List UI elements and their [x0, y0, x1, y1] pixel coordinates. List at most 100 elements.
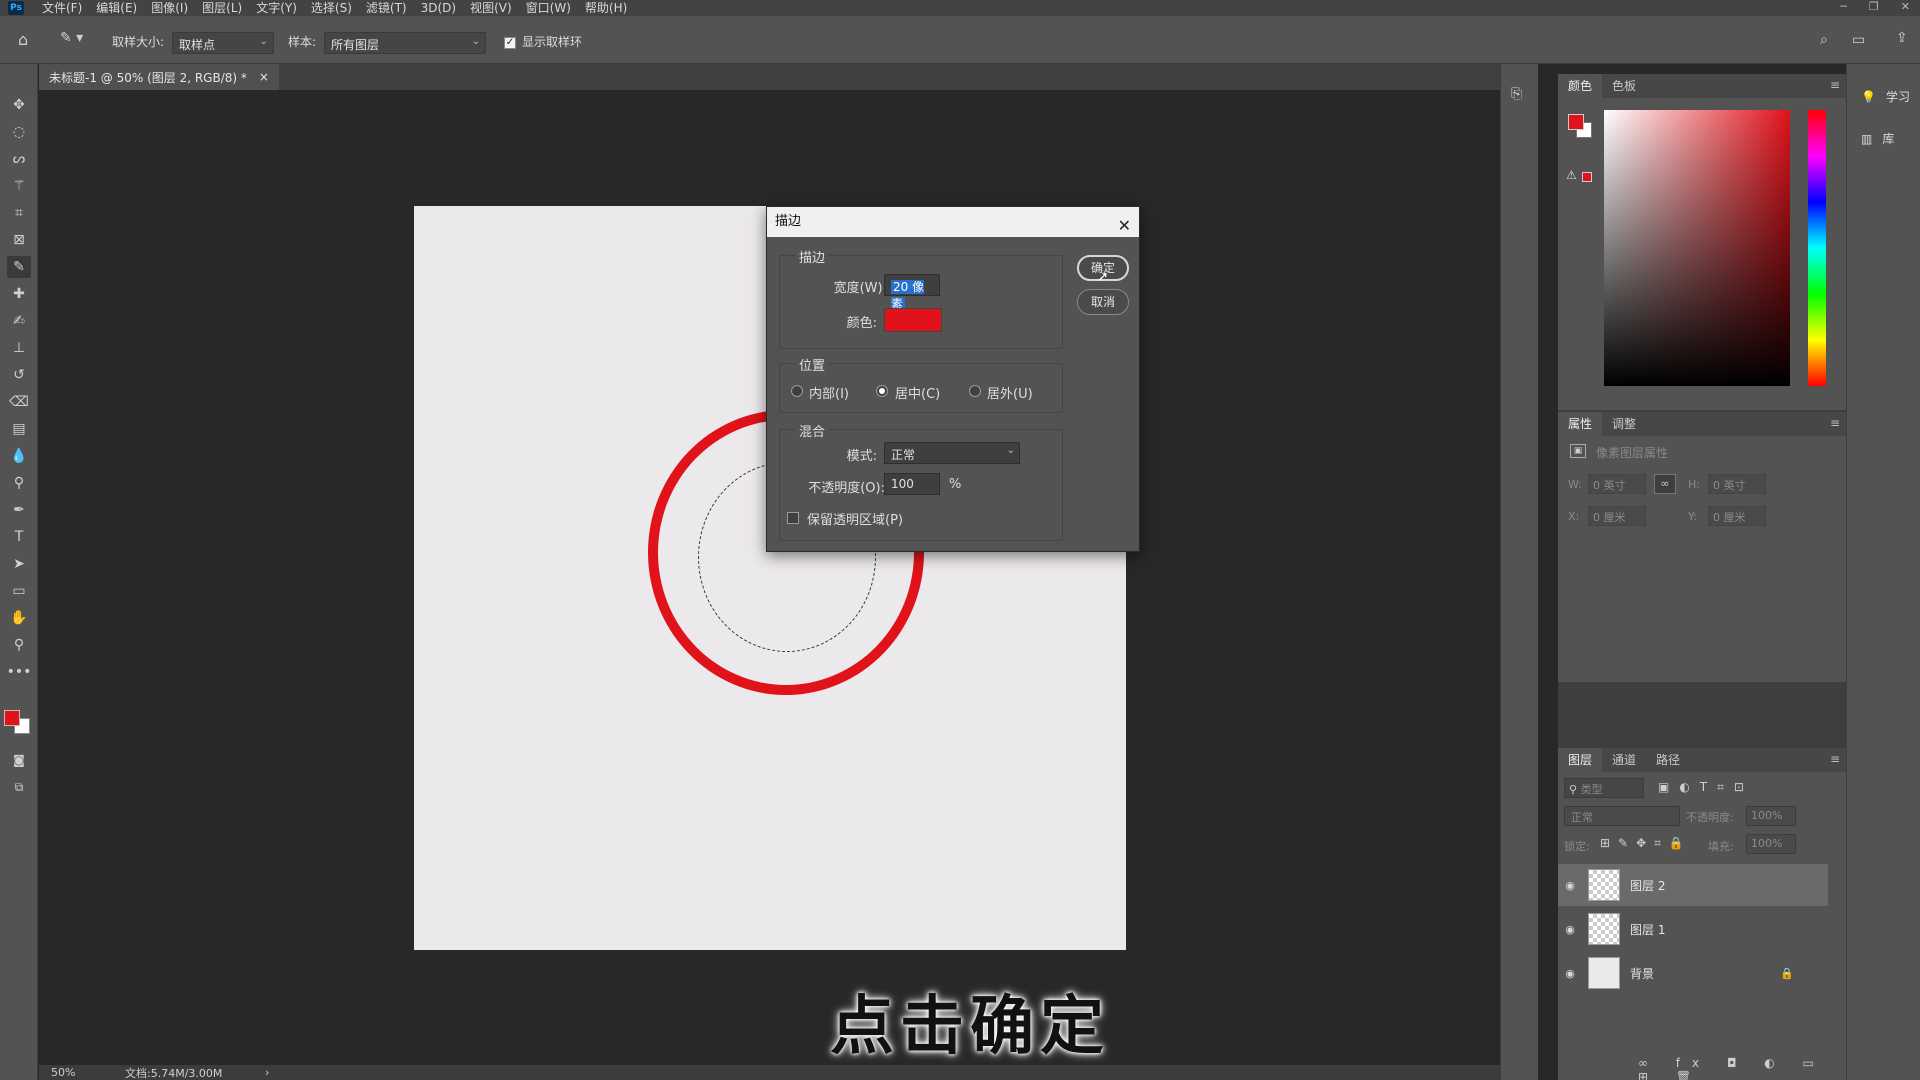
- tab-properties[interactable]: 属性: [1558, 412, 1603, 436]
- tab-layers[interactable]: 图层: [1558, 748, 1603, 772]
- saturation-brightness-field[interactable]: [1604, 110, 1790, 386]
- zoom-tool-icon[interactable]: ⚲: [7, 634, 31, 656]
- tab-adjustments[interactable]: 调整: [1602, 412, 1646, 436]
- hue-slider[interactable]: [1808, 110, 1826, 386]
- eye-icon[interactable]: ◉: [1558, 967, 1582, 980]
- eye-icon[interactable]: ◉: [1558, 879, 1582, 892]
- color-panel-foreground-swatch[interactable]: [1568, 114, 1584, 130]
- home-icon[interactable]: ⌂: [18, 30, 28, 49]
- eraser-tool-icon[interactable]: ⌫: [7, 391, 31, 413]
- magic-wand-tool-icon[interactable]: ⚚: [7, 175, 31, 197]
- panel-menu-icon[interactable]: ≡: [1830, 752, 1840, 766]
- mouse-cursor-icon: ➚: [1097, 269, 1109, 285]
- marquee-tool-icon[interactable]: ◌: [7, 121, 31, 143]
- foreground-color-swatch[interactable]: [4, 710, 20, 726]
- menu-edit[interactable]: 编辑(E): [96, 1, 137, 15]
- sample-size-select[interactable]: 取样点 ⌄: [172, 32, 274, 54]
- layer-filter-select[interactable]: ⚲ 类型: [1564, 778, 1644, 798]
- document-tab[interactable]: 未标题-1 @ 50% (图层 2, RGB/8) * ×: [39, 64, 279, 90]
- eyedropper-tool-preset-icon[interactable]: ✎ ▾: [60, 30, 83, 46]
- show-ring-checkbox[interactable]: ✓: [504, 35, 516, 49]
- quick-mask-icon[interactable]: ◙: [7, 749, 31, 771]
- layer-row[interactable]: ◉ 图层 1: [1558, 908, 1828, 950]
- menu-filter[interactable]: 滤镜(T): [366, 1, 407, 15]
- dodge-tool-icon[interactable]: ⚲: [7, 472, 31, 494]
- dialog-close-icon[interactable]: ✕: [1118, 211, 1131, 241]
- pen-tool-icon[interactable]: ✒: [7, 499, 31, 521]
- h-field[interactable]: 0 英寸: [1708, 474, 1766, 494]
- close-tab-icon[interactable]: ×: [259, 70, 269, 84]
- path-selection-tool-icon[interactable]: ➤: [7, 553, 31, 575]
- panel-menu-icon[interactable]: ≡: [1830, 416, 1840, 430]
- position-center-radio[interactable]: [876, 385, 888, 397]
- rectangle-tool-icon[interactable]: ▭: [7, 580, 31, 602]
- brush-tool-icon[interactable]: ✍: [7, 310, 31, 332]
- libraries-panel-button[interactable]: ▥ 库: [1861, 130, 1894, 147]
- fill-field[interactable]: 100%: [1746, 834, 1796, 854]
- hand-tool-icon[interactable]: ✋: [7, 607, 31, 629]
- minimize-icon[interactable]: ─: [1840, 0, 1847, 13]
- layer-filter-icons[interactable]: ▣◐T⌗⊡: [1658, 780, 1754, 795]
- eye-icon[interactable]: ◉: [1558, 923, 1582, 936]
- stroke-color-swatch[interactable]: [884, 308, 942, 332]
- gamut-color-swatch[interactable]: [1582, 172, 1592, 182]
- x-field[interactable]: 0 厘米: [1588, 506, 1646, 526]
- restore-icon[interactable]: ❐: [1869, 0, 1879, 13]
- tab-paths[interactable]: 路径: [1646, 748, 1690, 772]
- more-tools-icon[interactable]: •••: [7, 661, 32, 683]
- sample-select[interactable]: 所有图层 ⌄: [324, 32, 486, 54]
- mode-select[interactable]: 正常 ⌄: [884, 442, 1020, 464]
- lasso-tool-icon[interactable]: ᔕ: [7, 148, 31, 170]
- crop-tool-icon[interactable]: ⌗: [7, 202, 31, 224]
- menu-layer[interactable]: 图层(L): [202, 1, 242, 15]
- tab-channels[interactable]: 通道: [1602, 748, 1646, 772]
- move-tool-icon[interactable]: ✥: [7, 94, 31, 116]
- link-icon[interactable]: ∞: [1654, 474, 1676, 494]
- menu-window[interactable]: 窗口(W): [526, 1, 571, 15]
- zoom-level[interactable]: 50%: [51, 1066, 121, 1079]
- w-field[interactable]: 0 英寸: [1588, 474, 1646, 494]
- preserve-transparency-checkbox[interactable]: [787, 512, 799, 524]
- menu-file[interactable]: 文件(F): [42, 1, 82, 15]
- lock-icons[interactable]: ⊞✎✥⌗🔒: [1600, 836, 1692, 851]
- gamut-warning-icon[interactable]: ⚠: [1566, 168, 1577, 182]
- position-outside-radio[interactable]: [969, 385, 981, 397]
- menu-type[interactable]: 文字(Y): [256, 1, 297, 15]
- eyedropper-tool-icon[interactable]: ✎: [7, 256, 31, 278]
- stamp-tool-icon[interactable]: ⊥: [7, 337, 31, 359]
- share-icon[interactable]: ⇪: [1896, 30, 1908, 46]
- cancel-button[interactable]: 取消: [1077, 289, 1129, 315]
- panel-menu-icon[interactable]: ≡: [1830, 78, 1840, 92]
- chevron-down-icon: ⌄: [1006, 445, 1015, 456]
- status-menu-arrow-icon[interactable]: ›: [265, 1066, 269, 1079]
- search-icon[interactable]: ⌕: [1820, 32, 1828, 48]
- gradient-tool-icon[interactable]: ▤: [7, 418, 31, 440]
- workspace-icon[interactable]: ▭: [1852, 32, 1865, 48]
- layers-footer-icons[interactable]: ∞ fx ◘ ◐ ▭ ⊞ 🗑: [1638, 1056, 1846, 1080]
- tools-panel: ✥ ◌ ᔕ ⚚ ⌗ ⊠ ✎ ✚ ✍ ⊥ ↺ ⌫ ▤ 💧 ⚲ ✒ T ➤ ▭ ✋ …: [0, 64, 38, 1080]
- menu-3d[interactable]: 3D(D): [421, 1, 456, 15]
- menu-select[interactable]: 选择(S): [311, 1, 352, 15]
- layer-row[interactable]: ◉ 图层 2: [1558, 864, 1828, 906]
- history-brush-tool-icon[interactable]: ↺: [7, 364, 31, 386]
- layer-row[interactable]: ◉ 背景 🔒: [1558, 952, 1828, 994]
- position-inside-radio[interactable]: [791, 385, 803, 397]
- history-panel-icon[interactable]: ⎘: [1511, 86, 1522, 102]
- frame-tool-icon[interactable]: ⊠: [7, 229, 31, 251]
- width-input[interactable]: 20 像素: [884, 274, 940, 311]
- menu-view[interactable]: 视图(V): [470, 1, 512, 15]
- tab-swatches[interactable]: 色板: [1602, 74, 1646, 98]
- menu-image[interactable]: 图像(I): [151, 1, 188, 15]
- healing-brush-tool-icon[interactable]: ✚: [7, 283, 31, 305]
- layer-opacity-field[interactable]: 100%: [1746, 806, 1796, 826]
- menu-help[interactable]: 帮助(H): [585, 1, 627, 15]
- opacity-input[interactable]: 100: [884, 473, 940, 495]
- close-window-icon[interactable]: ✕: [1901, 0, 1910, 13]
- y-field[interactable]: 0 厘米: [1708, 506, 1766, 526]
- screen-mode-icon[interactable]: ⧉: [7, 776, 31, 798]
- learn-panel-button[interactable]: 💡 学习: [1861, 88, 1910, 105]
- type-tool-icon[interactable]: T: [7, 526, 31, 548]
- blur-tool-icon[interactable]: 💧: [7, 445, 31, 467]
- tab-color[interactable]: 颜色: [1558, 74, 1603, 98]
- blend-mode-select[interactable]: 正常: [1564, 806, 1680, 826]
